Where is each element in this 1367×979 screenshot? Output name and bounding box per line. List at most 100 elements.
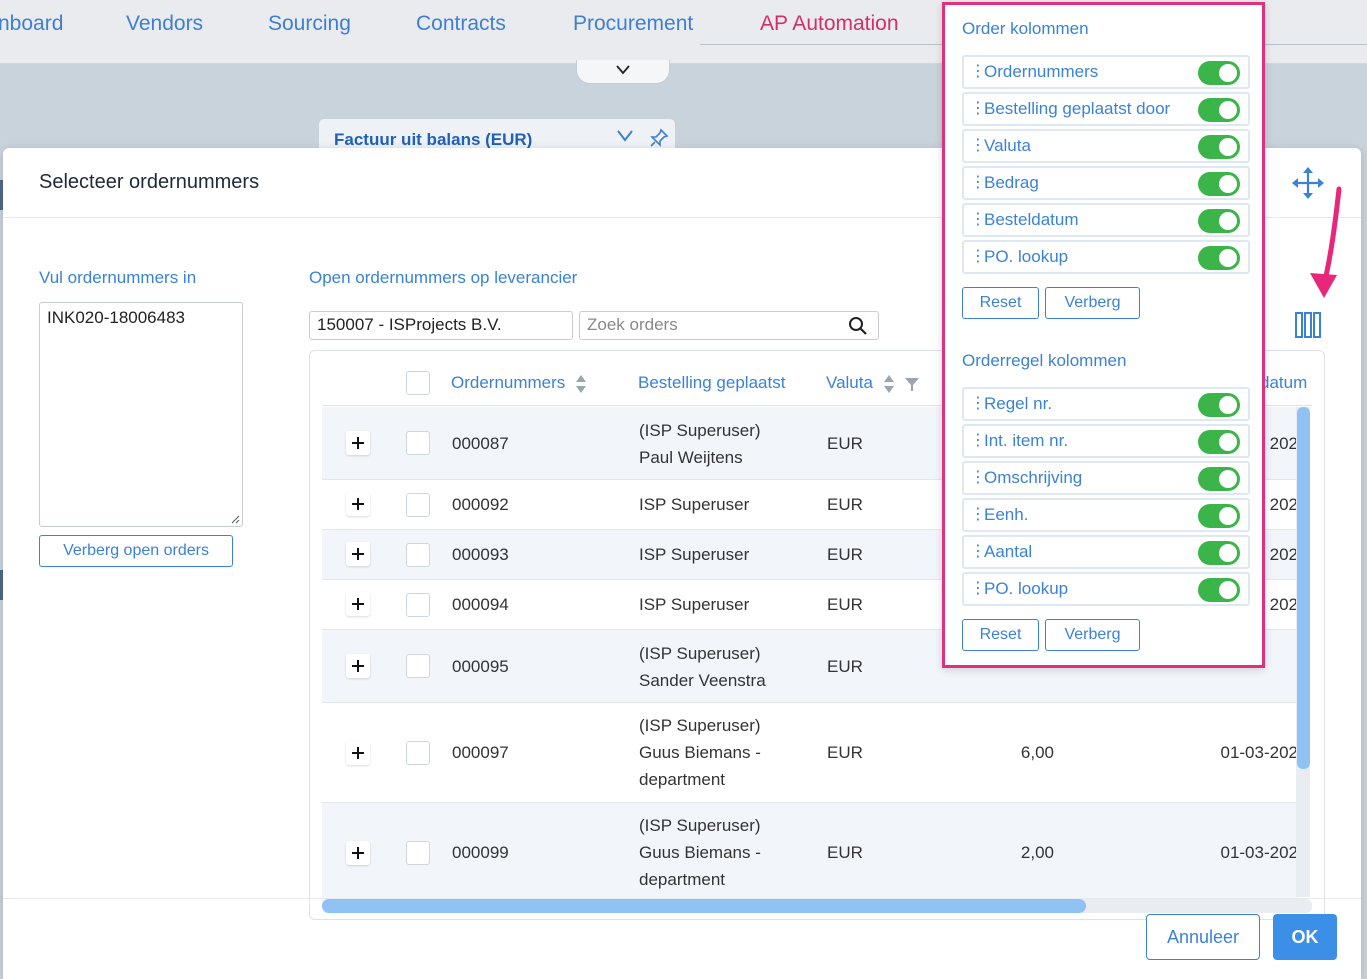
column-toggle-row[interactable]: ⋮ Int. item nr. <box>962 424 1250 458</box>
cell-ordernummer: 000099 <box>452 843 509 862</box>
cell-valuta: EUR <box>827 495 863 514</box>
expand-row-button[interactable] <box>346 741 370 765</box>
column-toggle-row[interactable]: ⋮ Regel nr. <box>962 387 1250 421</box>
row-checkbox[interactable] <box>406 593 430 617</box>
row-checkbox[interactable] <box>406 654 430 678</box>
column-toggle-switch[interactable] <box>1198 246 1240 270</box>
ordernumbers-textarea[interactable]: INK020-18006483 <box>39 302 243 527</box>
expand-row-button[interactable] <box>346 592 370 616</box>
column-toggle-switch[interactable] <box>1198 393 1240 417</box>
column-toggle-switch[interactable] <box>1198 209 1240 233</box>
column-toggle-row[interactable]: ⋮ Besteldatum <box>962 203 1250 237</box>
nav-item-vendors[interactable]: Vendors <box>126 12 203 36</box>
column-toggle-row[interactable]: ⋮ Eenh. <box>962 498 1250 532</box>
column-toggle-switch[interactable] <box>1198 430 1240 454</box>
expand-row-button[interactable] <box>346 654 370 678</box>
column-header-ordernummers[interactable]: Ordernummers <box>451 373 587 394</box>
chevron-down-icon[interactable] <box>615 128 635 149</box>
plus-icon <box>352 847 364 859</box>
cell-valuta: EUR <box>827 657 863 676</box>
expand-row-button[interactable] <box>346 841 370 865</box>
modal-footer-divider <box>3 898 1361 899</box>
hide-open-orders-button[interactable]: Verberg open orders <box>39 535 233 567</box>
plus-icon <box>352 548 364 560</box>
plus-icon <box>352 437 364 449</box>
row-checkbox[interactable] <box>406 841 430 865</box>
plus-icon <box>352 598 364 610</box>
column-toggle-switch[interactable] <box>1198 504 1240 528</box>
column-toggle-row[interactable]: ⋮ PO. lookup <box>962 240 1250 274</box>
background-card-title: Factuur uit balans (EUR) <box>334 130 533 149</box>
nav-item-ap-automation[interactable]: AP Automation <box>760 12 899 36</box>
vertical-scrollbar-thumb[interactable] <box>1297 407 1310 769</box>
nav-item-sourcing[interactable]: Sourcing <box>268 12 351 36</box>
column-toggle-row[interactable]: ⋮ Bestelling geplaatst door <box>962 92 1250 126</box>
column-toggle-switch[interactable] <box>1198 467 1240 491</box>
select-all-checkbox[interactable] <box>406 371 430 395</box>
cell-ordernummer: 000097 <box>452 743 509 762</box>
cell-valuta: EUR <box>827 545 863 564</box>
nav-collapse-toggle[interactable] <box>576 60 670 84</box>
column-toggle-switch[interactable] <box>1198 541 1240 565</box>
column-toggle-row[interactable]: ⋮ Omschrijving <box>962 461 1250 495</box>
cancel-button[interactable]: Annuleer <box>1146 914 1260 960</box>
row-checkbox[interactable] <box>406 493 430 517</box>
resize-handle-icon[interactable] <box>230 514 240 524</box>
columns-icon[interactable] <box>1293 310 1323 345</box>
nav-item-dashboard[interactable]: nboard <box>0 12 63 36</box>
vendor-field[interactable]: 150007 - ISProjects B.V. <box>309 311 573 340</box>
column-header-bestelling-geplaatst[interactable]: Bestelling geplaatst <box>638 373 785 393</box>
cell-placed-by-department: department <box>639 770 725 789</box>
expand-row-button[interactable] <box>346 492 370 516</box>
search-orders-input[interactable]: Zoek orders <box>579 311 879 340</box>
row-checkbox[interactable] <box>406 431 430 455</box>
orderline-columns-hide-button[interactable]: Verberg <box>1045 619 1140 651</box>
filter-icon[interactable] <box>904 376 920 392</box>
column-toggle-row[interactable]: ⋮ Aantal <box>962 535 1250 569</box>
row-checkbox[interactable] <box>406 543 430 567</box>
column-toggle-row[interactable]: ⋮ PO. lookup <box>962 572 1250 606</box>
cell-placed-by: (ISP Superuser) <box>639 716 761 735</box>
column-toggle-row[interactable]: ⋮ Bedrag <box>962 166 1250 200</box>
table-row[interactable]: 000099 (ISP Superuser) Guus Biemans - de… <box>322 803 1298 903</box>
expand-row-button[interactable] <box>346 542 370 566</box>
nav-item-procurement[interactable]: Procurement <box>573 12 693 36</box>
column-header-datum[interactable]: datum <box>1260 373 1307 393</box>
column-header-valuta[interactable]: Valuta <box>826 373 920 394</box>
orderline-columns-reset-button[interactable]: Reset <box>962 619 1039 651</box>
ok-button[interactable]: OK <box>1273 914 1337 960</box>
column-toggle-switch[interactable] <box>1198 98 1240 122</box>
cell-ordernummer: 000092 <box>452 495 509 514</box>
table-row[interactable]: 000097 (ISP Superuser) Guus Biemans - de… <box>322 703 1298 803</box>
sort-icon[interactable] <box>883 374 895 394</box>
sort-icon[interactable] <box>575 374 587 394</box>
plus-icon <box>352 660 364 672</box>
search-icon[interactable] <box>848 316 868 341</box>
column-toggle-switch[interactable] <box>1198 172 1240 196</box>
column-toggle-switch[interactable] <box>1198 61 1240 85</box>
column-toggle-row[interactable]: ⋮ Valuta <box>962 129 1250 163</box>
order-columns-reset-button[interactable]: Reset <box>962 287 1039 319</box>
column-toggle-row[interactable]: ⋮ Ordernummers <box>962 55 1250 89</box>
column-toggle-label: PO. lookup <box>984 579 1069 598</box>
column-toggle-label: Omschrijving <box>984 468 1083 487</box>
cell-placed-by-name: Paul Weijtens <box>639 448 743 467</box>
row-checkbox[interactable] <box>406 741 430 765</box>
horizontal-scrollbar-thumb[interactable] <box>322 899 1086 913</box>
column-toggle-label: Bestelling geplaatst door <box>984 99 1171 118</box>
expand-row-button[interactable] <box>346 431 370 455</box>
cell-placed-by: (ISP Superuser) <box>639 644 761 663</box>
open-ordernumbers-label: Open ordernummers op leverancier <box>309 268 578 287</box>
order-columns-hide-button[interactable]: Verberg <box>1045 287 1140 319</box>
cell-ordernummer: 000094 <box>452 595 509 614</box>
cell-placed-by-name: Sander Veenstra <box>639 671 766 690</box>
cell-ordernummer: 000093 <box>452 545 509 564</box>
column-toggle-switch[interactable] <box>1198 578 1240 602</box>
cell-valuta: EUR <box>827 434 863 453</box>
column-toggle-switch[interactable] <box>1198 135 1240 159</box>
cell-placed-by-name: Guus Biemans - <box>639 843 761 862</box>
cell-valuta: EUR <box>827 595 863 614</box>
cell-ordernummer: 000095 <box>452 657 509 676</box>
column-toggle-label: Besteldatum <box>984 210 1079 229</box>
nav-item-contracts[interactable]: Contracts <box>416 12 506 36</box>
